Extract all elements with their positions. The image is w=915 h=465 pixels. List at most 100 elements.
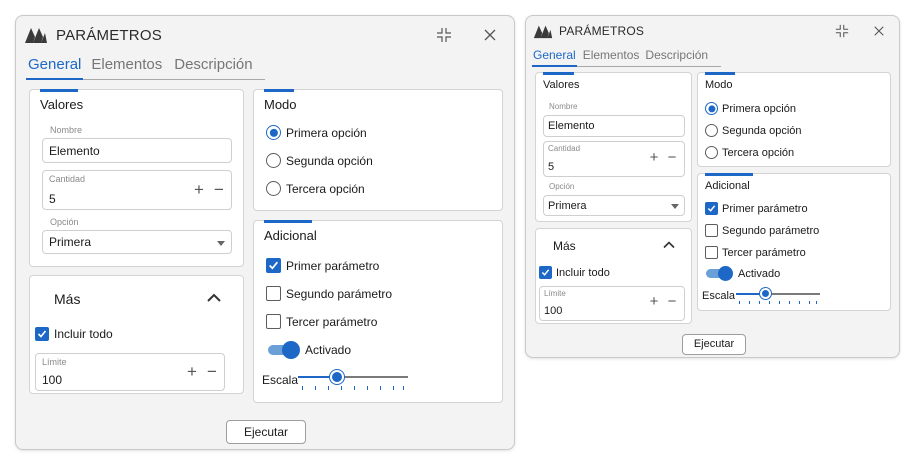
increment-button[interactable]: + [647,293,661,310]
radio-label: Primera opción [722,102,796,115]
nombre-input[interactable]: Elemento [543,115,685,137]
radio-selected-icon [705,102,718,115]
increment-button[interactable]: + [191,180,207,200]
opcion-select[interactable]: Primera [543,195,685,216]
checkbox-checked-icon [35,327,49,341]
close-icon [484,29,496,41]
incluir-todo-checkbox[interactable]: Incluir todo [35,327,113,341]
collapse-button[interactable] [432,24,456,46]
close-button[interactable] [868,21,890,41]
checkbox-tercer-parametro[interactable]: Tercer parámetro [705,246,806,259]
escala-label: Escala [702,290,736,302]
radio-tercera-opcion[interactable]: Tercera opción [705,146,794,159]
cantidad-stepper[interactable]: Cantidad 5 + − [543,141,685,177]
checkbox-segundo-parametro[interactable]: Segundo parámetro [266,286,392,301]
adicional-panel: Adicional Primer parámetro Segundo parám… [253,220,503,403]
cantidad-stepper[interactable]: Cantidad 5 + − [42,170,232,210]
checkbox-icon [705,246,718,259]
parameters-window-large: PARÁMETROS General Elementos Descripción… [15,15,515,450]
mas-title: Más [54,291,81,307]
checkbox-icon [266,286,281,301]
close-icon [874,26,884,36]
tab-general[interactable]: General [26,56,84,80]
valores-panel: Valores Nombre Elemento Cantidad 5 + − O… [29,89,244,267]
checkbox-primer-parametro[interactable]: Primer parámetro [266,258,379,273]
limite-stepper[interactable]: Límite 100 + − [35,353,225,391]
checkbox-icon [705,224,718,237]
chevron-up-icon[interactable] [662,240,676,250]
opcion-label: Opción [549,182,575,191]
close-button[interactable] [478,24,502,46]
decrement-button[interactable]: − [204,362,220,382]
panel-accent [705,173,753,176]
checkbox-segundo-parametro[interactable]: Segundo parámetro [705,224,819,237]
collapse-icon [437,28,451,42]
escala-slider[interactable] [736,285,820,305]
panel-accent [543,72,574,75]
checkbox-primer-parametro[interactable]: Primer parámetro [705,202,808,215]
incluir-todo-checkbox[interactable]: Incluir todo [539,266,610,279]
valores-title: Valores [543,79,580,91]
modo-panel: Modo Primera opción Segunda opción Terce… [253,89,503,211]
increment-button[interactable]: + [184,362,200,382]
tab-descripcion[interactable]: Descripción [645,48,708,66]
radio-label: Tercera opción [286,181,365,196]
valores-panel: Valores Nombre Elemento Cantidad 5 + − O… [535,72,692,222]
checkbox-tercer-parametro[interactable]: Tercer parámetro [266,314,377,329]
checkbox-checked-icon [539,266,552,279]
checkbox-label: Tercer parámetro [286,314,378,329]
activado-toggle[interactable]: Activado [268,341,351,359]
title-bar: PARÁMETROS [24,24,162,46]
increment-button[interactable]: + [647,149,661,166]
incluir-todo-label: Incluir todo [556,266,610,279]
escala-slider[interactable] [298,367,408,391]
opcion-select[interactable]: Primera [42,230,232,254]
modo-panel: Modo Primera opción Segunda opción Terce… [697,72,891,167]
limite-stepper[interactable]: Límite 100 + − [539,286,685,321]
modo-title: Modo [264,97,297,112]
chevron-up-icon[interactable] [206,292,222,304]
decrement-button[interactable]: − [665,149,679,166]
tab-descripcion[interactable]: Descripción [174,56,252,79]
radio-tercera-opcion[interactable]: Tercera opción [266,181,365,196]
cantidad-value: 5 [49,192,56,206]
checkbox-icon [266,314,281,329]
checkbox-label: Primer parámetro [286,258,380,273]
incluir-todo-label: Incluir todo [54,327,113,341]
decrement-button[interactable]: − [665,293,679,310]
ejecutar-button[interactable]: Ejecutar [226,420,306,444]
slider-thumb[interactable] [329,370,344,384]
toggle-switch-icon [706,266,736,281]
nombre-input[interactable]: Elemento [42,138,232,163]
cantidad-label: Cantidad [49,174,86,184]
activado-label: Activado [305,343,352,357]
radio-label: Segunda opción [286,153,373,168]
mas-title: Más [553,239,576,253]
radio-selected-icon [266,125,281,140]
adicional-title: Adicional [705,180,750,192]
opcion-label: Opción [50,217,79,227]
parameters-window-small: PARÁMETROS General Elementos Descripción… [525,15,900,358]
decrement-button[interactable]: − [211,180,227,200]
tab-general[interactable]: General [532,48,577,67]
nombre-value: Elemento [548,120,595,132]
tab-elementos[interactable]: Elementos [583,48,640,66]
radio-segunda-opcion[interactable]: Segunda opción [266,153,373,168]
activado-toggle[interactable]: Activado [706,266,780,281]
radio-segunda-opcion[interactable]: Segunda opción [705,124,802,137]
radio-icon [266,153,281,168]
title-bar: PARÁMETROS [533,22,644,40]
limite-value: 100 [544,305,563,317]
radio-icon [705,146,718,159]
tab-bar: General Elementos Descripción [532,48,721,67]
ejecutar-button[interactable]: Ejecutar [682,334,746,355]
radio-primera-opcion[interactable]: Primera opción [705,102,796,115]
window-title: PARÁMETROS [559,24,645,38]
slider-thumb[interactable] [759,288,771,299]
radio-icon [266,181,281,196]
tab-bar: General Elementos Descripción [26,56,265,80]
radio-primera-opcion[interactable]: Primera opción [266,125,367,140]
opcion-value: Primera [49,235,92,249]
collapse-button[interactable] [831,21,853,41]
tab-elementos[interactable]: Elementos [91,56,162,79]
